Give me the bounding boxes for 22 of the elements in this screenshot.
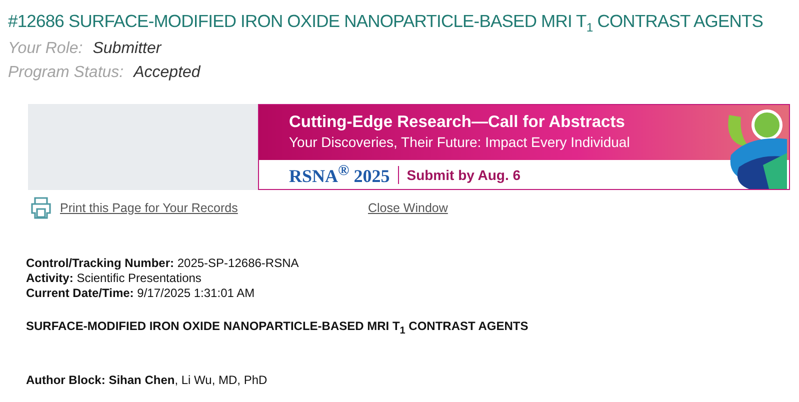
field-value: 2025-SP-12686-RSNA [177, 256, 299, 270]
field-label: Author Block: [26, 373, 106, 387]
printer-icon[interactable] [30, 196, 52, 220]
banner-tagline: Your Discoveries, Their Future: Impact Every Individual [289, 134, 631, 150]
banner-headline: Cutting-Edge Research—Call for Abstracts [289, 113, 626, 132]
field-label: Activity: [26, 271, 74, 285]
text-link[interactable]: Close Window [368, 201, 448, 215]
abstract-title: SURFACE-MODIFIED IRON OXIDE NANOPARTICLE-BASED MRI T$_{1}$ CONTRAST AGENTS [26, 319, 530, 333]
text-link[interactable]: Print this Page for Your Records [60, 201, 238, 215]
field-label: Current Date/Time: [26, 286, 134, 300]
field-label: Program Status: [8, 64, 124, 82]
field-value: Scientific Presentations [76, 271, 202, 285]
field-value: Accepted [134, 64, 200, 82]
banner-deadline: Submit by Aug. 6 [406, 167, 521, 183]
field-value: Submitter [92, 40, 162, 58]
field-label: Control/Tracking Number: [26, 256, 174, 270]
author-list: Sihan Chen, Li Wu, MD, PhD [108, 373, 268, 387]
field-value: 9/17/2025 1:31:01 AM [137, 286, 255, 300]
field-label: Your Role: [8, 40, 83, 58]
advertisement-banner[interactable]: Cutting-Edge Research—Call for Abstracts Your Discoveries, Their Future: Impact Every Individual RSNA$^{®}$ 2025 Submit by Aug. 6 [258, 104, 790, 190]
logo: RSNA$^{®}$ 2025 [289, 163, 390, 187]
page-title: #12686 SURFACE-MODIFIED IRON OXIDE NANOPARTICLE-BASED MRI T$_{1}$ CONTRAST AGENTS [8, 10, 764, 34]
